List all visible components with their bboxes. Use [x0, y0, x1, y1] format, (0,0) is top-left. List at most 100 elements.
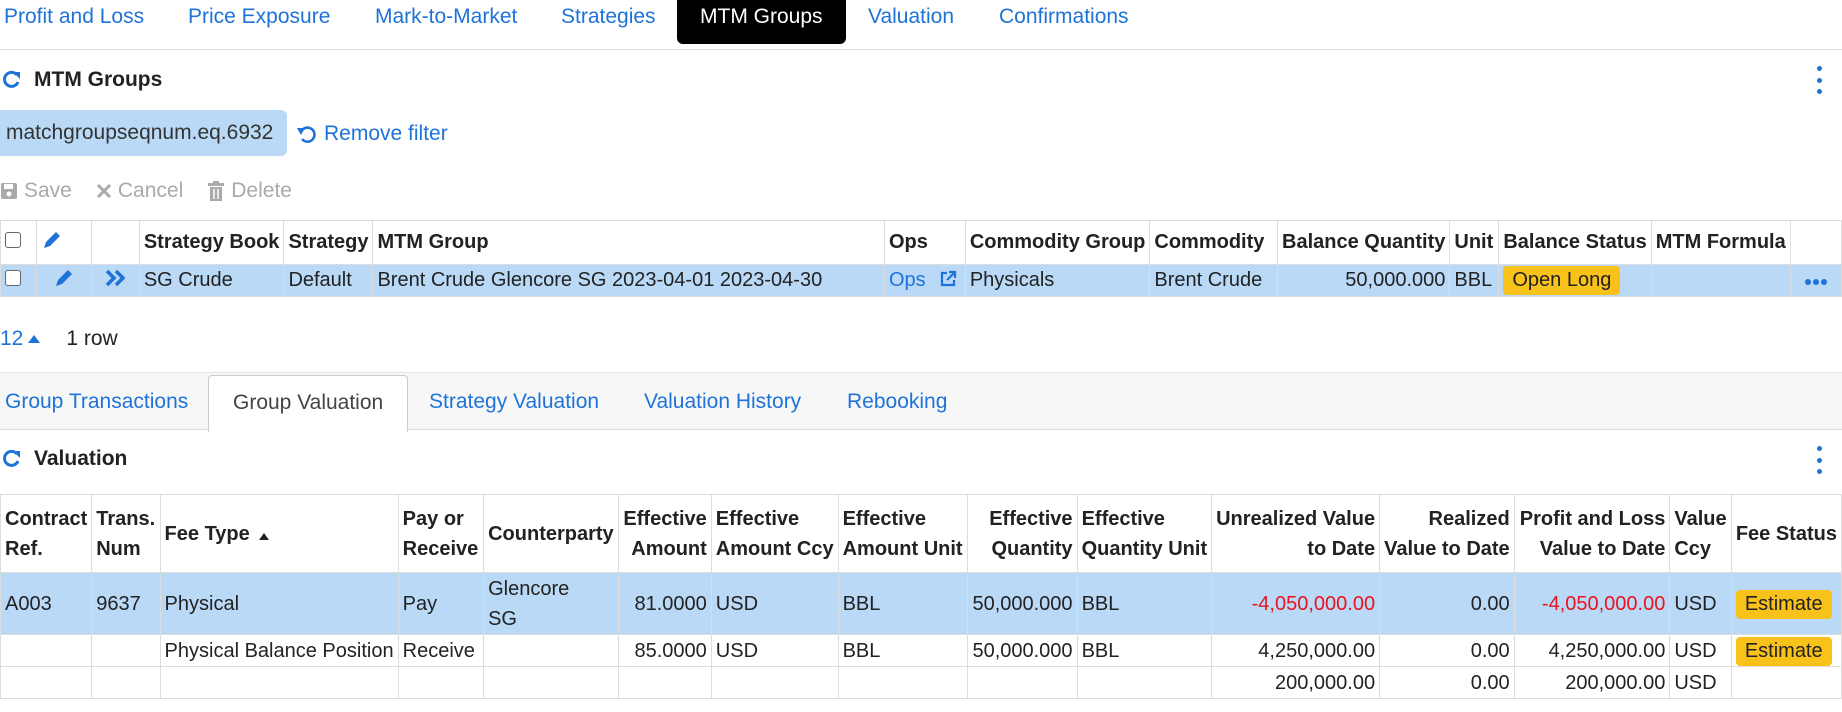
cell-pay-receive: Receive — [397, 634, 485, 667]
cell-value-ccy: USD — [1669, 572, 1732, 635]
top-tab-bar: Profit and Loss Price Exposure Mark-to-M… — [0, 0, 1842, 50]
col-realized-value[interactable]: Realized Value to Date — [1379, 494, 1515, 573]
more-options-icon[interactable] — [1814, 446, 1824, 474]
tab-profit-and-loss[interactable]: Profit and Loss — [4, 0, 144, 44]
status-badge: Estimate — [1735, 636, 1832, 666]
section-title: Valuation — [34, 447, 128, 470]
undo-icon — [297, 126, 316, 143]
row-checkbox[interactable] — [0, 264, 37, 297]
col-pay-receive[interactable]: Pay or Receive — [397, 494, 485, 573]
cell-realized-value: 0.00 — [1379, 634, 1515, 667]
tab-mark-to-market[interactable]: Mark-to-Market — [375, 0, 517, 44]
external-link-icon — [941, 270, 957, 287]
header-actions — [1789, 220, 1842, 265]
col-value-ccy[interactable]: Value Ccy — [1669, 494, 1732, 573]
col-pnl-value[interactable]: Profit and Loss Value to Date — [1513, 494, 1671, 573]
cell-unrealized-value: -4,050,000.00 — [1211, 572, 1381, 635]
cancel-button[interactable]: Cancel — [96, 179, 183, 203]
cell-effective-quantity: 50,000.000 — [966, 572, 1078, 635]
total-realized-value: 0.00 — [1379, 666, 1515, 699]
cell-balance-status: Open Long — [1498, 264, 1652, 297]
remove-filter-button[interactable]: Remove filter — [296, 118, 448, 150]
col-contract-ref[interactable]: Contract Ref. — [0, 494, 93, 573]
tab-rebooking[interactable]: Rebooking — [847, 373, 947, 431]
table-row[interactable]: A003 9637 Physical Pay Glencore SG 81.000… — [0, 572, 1842, 635]
tab-valuation-history[interactable]: Valuation History — [644, 373, 801, 431]
col-mtm-group[interactable]: MTM Group — [372, 220, 885, 265]
valuation-header: Valuation — [0, 441, 127, 477]
col-ops[interactable]: Ops — [883, 220, 966, 265]
col-effective-amount[interactable]: Effective Amount — [617, 494, 712, 573]
cell-counterparty: Glencore SG — [483, 572, 619, 635]
col-unit[interactable]: Unit — [1449, 220, 1500, 265]
edit-icon[interactable] — [35, 264, 93, 297]
trash-icon — [208, 181, 225, 201]
cell-fee-status: Estimate — [1730, 572, 1842, 635]
col-effective-quantity[interactable]: Effective Quantity — [966, 494, 1078, 573]
pager: 12 1 row — [0, 324, 118, 354]
cell-contract-ref: A003 — [0, 572, 93, 635]
col-trans-num[interactable]: Trans. Num — [91, 494, 161, 573]
sort-ascending-icon — [259, 532, 270, 540]
cell-trans-num — [91, 634, 161, 667]
page-size-selector[interactable]: 12 — [0, 327, 41, 351]
cell-unit: BBL — [1449, 264, 1500, 297]
col-balance-quantity[interactable]: Balance Quantity — [1276, 220, 1451, 265]
status-badge: Open Long — [1503, 266, 1621, 295]
toolbar: Save Cancel Delete — [0, 176, 316, 206]
cell-effective-amount: 81.0000 — [617, 572, 712, 635]
cell-effective-quantity-unit: BBL — [1076, 572, 1213, 635]
cell-effective-amount-unit: BBL — [837, 572, 968, 635]
ops-link[interactable]: Ops — [883, 264, 966, 297]
col-effective-quantity-unit[interactable]: Effective Quantity Unit — [1076, 494, 1213, 573]
tab-confirmations[interactable]: Confirmations — [999, 0, 1129, 44]
mtm-groups-header: MTM Groups — [0, 62, 162, 98]
refresh-icon[interactable] — [0, 69, 22, 91]
tab-strategy-valuation[interactable]: Strategy Valuation — [429, 373, 599, 431]
tab-group-valuation[interactable]: Group Valuation — [208, 375, 409, 432]
cell-realized-value: 0.00 — [1379, 572, 1515, 635]
col-commodity[interactable]: Commodity — [1149, 220, 1278, 265]
cell-fee-status: Estimate — [1730, 634, 1842, 667]
save-button[interactable]: Save — [0, 179, 72, 203]
col-counterparty[interactable]: Counterparty — [483, 494, 619, 573]
col-fee-type[interactable]: Fee Type — [159, 494, 399, 573]
tab-valuation[interactable]: Valuation — [868, 0, 954, 44]
select-all-checkbox[interactable] — [0, 220, 37, 265]
col-effective-amount-unit[interactable]: Effective Amount Unit — [837, 494, 968, 573]
cell-balance-quantity: 50,000.000 — [1276, 264, 1451, 297]
total-pnl-value: 200,000.00 — [1513, 666, 1671, 699]
table-row[interactable]: SG Crude Default Brent Crude Glencore SG… — [0, 264, 1842, 297]
row-actions-icon[interactable] — [1789, 264, 1842, 297]
col-strategy[interactable]: Strategy — [283, 220, 374, 265]
edit-column-icon — [35, 220, 93, 265]
col-mtm-formula[interactable]: MTM Formula — [1650, 220, 1791, 265]
col-strategy-book[interactable]: Strategy Book — [138, 220, 285, 265]
col-commodity-group[interactable]: Commodity Group — [964, 220, 1151, 265]
caret-up-icon — [28, 335, 41, 343]
cell-effective-amount-ccy: USD — [710, 572, 839, 635]
cell-effective-quantity: 50,000.000 — [966, 634, 1078, 667]
table-row[interactable]: Physical Balance Position Receive 85.000… — [0, 634, 1842, 667]
more-options-icon[interactable] — [1814, 66, 1824, 94]
cell-effective-quantity-unit: BBL — [1076, 634, 1213, 667]
col-effective-amount-ccy[interactable]: Effective Amount Ccy — [710, 494, 839, 573]
tab-price-exposure[interactable]: Price Exposure — [188, 0, 330, 44]
grid-header-row: Strategy Book Strategy MTM Group Ops Com… — [0, 220, 1842, 265]
col-fee-status[interactable]: Fee Status — [1730, 494, 1842, 573]
status-badge: Estimate — [1735, 589, 1832, 619]
delete-button[interactable]: Delete — [207, 179, 292, 203]
col-balance-status[interactable]: Balance Status — [1498, 220, 1652, 265]
cell-pnl-value: -4,050,000.00 — [1513, 572, 1671, 635]
sub-tab-bar: Group Transactions Group Valuation Strat… — [0, 372, 1842, 432]
cell-mtm-formula — [1650, 264, 1791, 297]
tab-group-transactions[interactable]: Group Transactions — [5, 373, 188, 431]
expand-icon[interactable] — [91, 264, 140, 297]
filter-chip[interactable]: matchgroupseqnum.eq.6932 — [0, 110, 288, 156]
total-unrealized-value: 200,000.00 — [1211, 666, 1381, 699]
tab-strategies[interactable]: Strategies — [561, 0, 656, 44]
tab-mtm-groups[interactable]: MTM Groups — [677, 0, 846, 44]
col-unrealized-value[interactable]: Unrealized Value to Date — [1211, 494, 1381, 573]
cell-effective-amount: 85.0000 — [617, 634, 712, 667]
refresh-icon[interactable] — [0, 448, 22, 470]
